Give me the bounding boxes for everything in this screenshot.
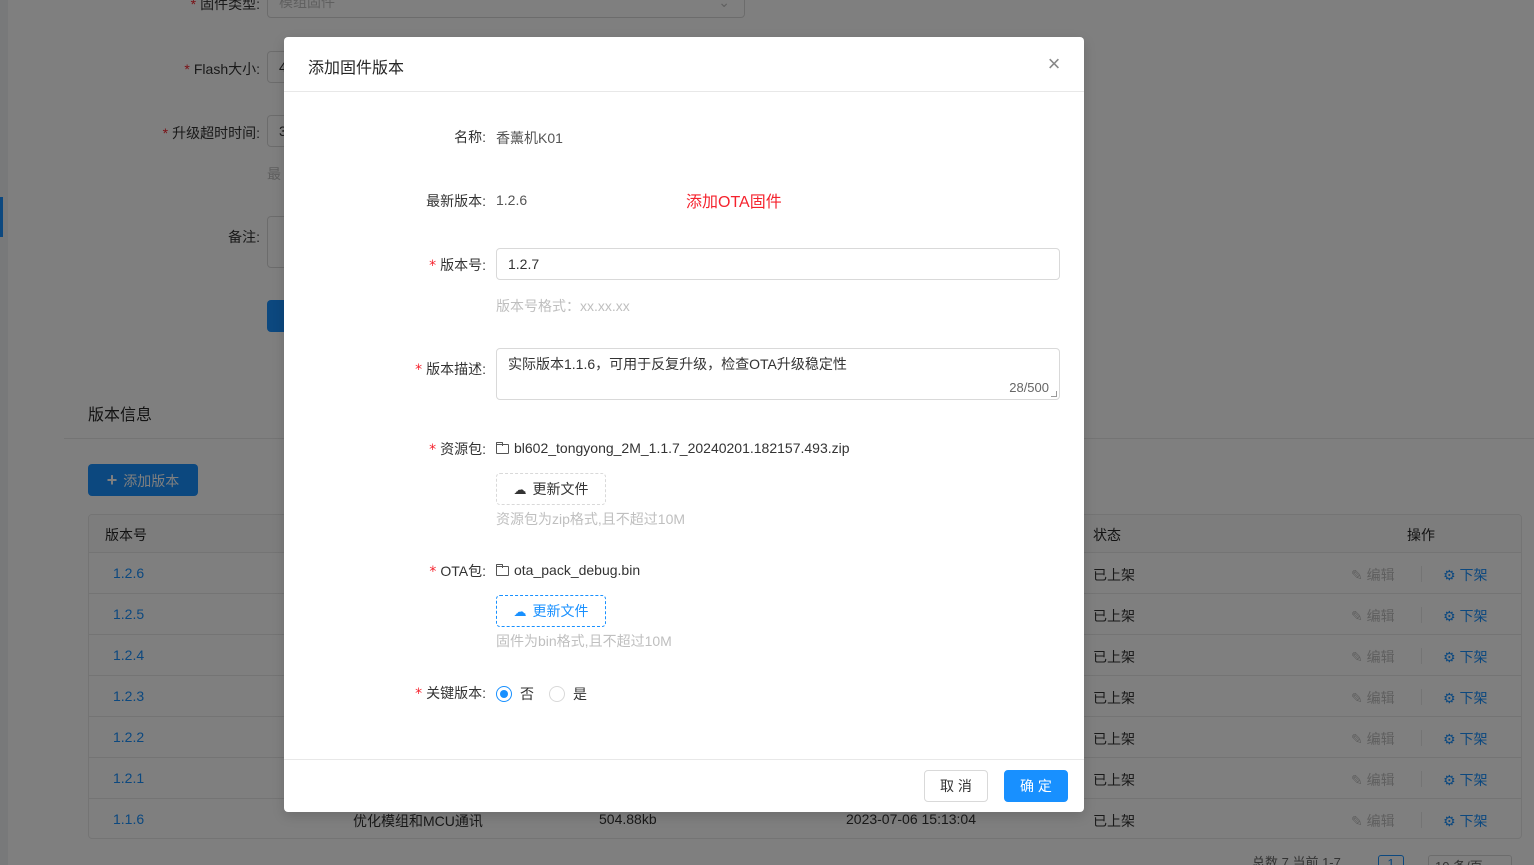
name-value: 香薰机K01 (496, 130, 563, 146)
ota-file: ota_pack_debug.bin (496, 562, 640, 578)
char-counter: 28/500 (1009, 380, 1049, 395)
ota-update-button[interactable]: ☁ 更新文件 (496, 595, 606, 627)
version-number-hint: 版本号格式：xx.xx.xx (496, 298, 630, 314)
resource-file: bl602_tongyong_2M_1.1.7_20240201.182157.… (496, 440, 850, 456)
resource-update-button[interactable]: ☁ 更新文件 (496, 473, 606, 505)
ota-file-name: ota_pack_debug.bin (514, 562, 641, 578)
modal-title: 添加固件版本 (308, 60, 405, 77)
latest-version-value: 1.2.6 (496, 192, 528, 208)
radio-no[interactable]: 否 (496, 684, 534, 704)
confirm-button[interactable]: 确 定 (1004, 770, 1068, 802)
ota-hint: 固件为bin格式,且不超过10M (496, 633, 672, 649)
latest-version-label: 最新版本: (426, 193, 486, 209)
modal-footer: 取 消 确 定 (284, 759, 1084, 812)
version-description-textarea[interactable]: 实际版本1.1.6，可用于反复升级，检查OTA升级稳定性 28/500 (496, 348, 1060, 400)
cancel-button[interactable]: 取 消 (924, 770, 988, 802)
cloud-upload-icon: ☁ (513, 482, 527, 497)
name-label: 名称: (454, 129, 486, 145)
folder-icon (496, 564, 509, 576)
version-description-text: 实际版本1.1.6，可用于反复升级，检查OTA升级稳定性 (508, 356, 847, 372)
radio-unchecked-icon (549, 686, 565, 702)
version-description-label: * 版本描述: (415, 361, 486, 378)
resource-package-label: * 资源包: (429, 441, 486, 458)
version-number-input[interactable]: 1.2.7 (496, 248, 1060, 280)
resource-hint: 资源包为zip格式,且不超过10M (496, 511, 686, 527)
version-number-label: * 版本号: (429, 257, 486, 274)
modal-header: 添加固件版本 × (284, 37, 1084, 92)
annotation-note: 添加OTA固件 (686, 194, 782, 211)
resource-file-name: bl602_tongyong_2M_1.1.7_20240201.182157.… (514, 440, 850, 456)
radio-yes[interactable]: 是 (549, 684, 587, 704)
cloud-upload-icon: ☁ (513, 604, 527, 619)
add-firmware-version-modal: 添加固件版本 × 名称: 香薰机K01 最新版本: 1.2.6 添加OTA固件 … (284, 37, 1084, 812)
folder-icon (496, 442, 509, 454)
key-version-label: * 关键版本: (415, 685, 486, 702)
resize-grip-icon[interactable] (1051, 391, 1057, 397)
ota-package-label: * OTA包: (429, 563, 486, 580)
close-icon[interactable]: × (1044, 53, 1064, 75)
radio-checked-icon (496, 686, 512, 702)
